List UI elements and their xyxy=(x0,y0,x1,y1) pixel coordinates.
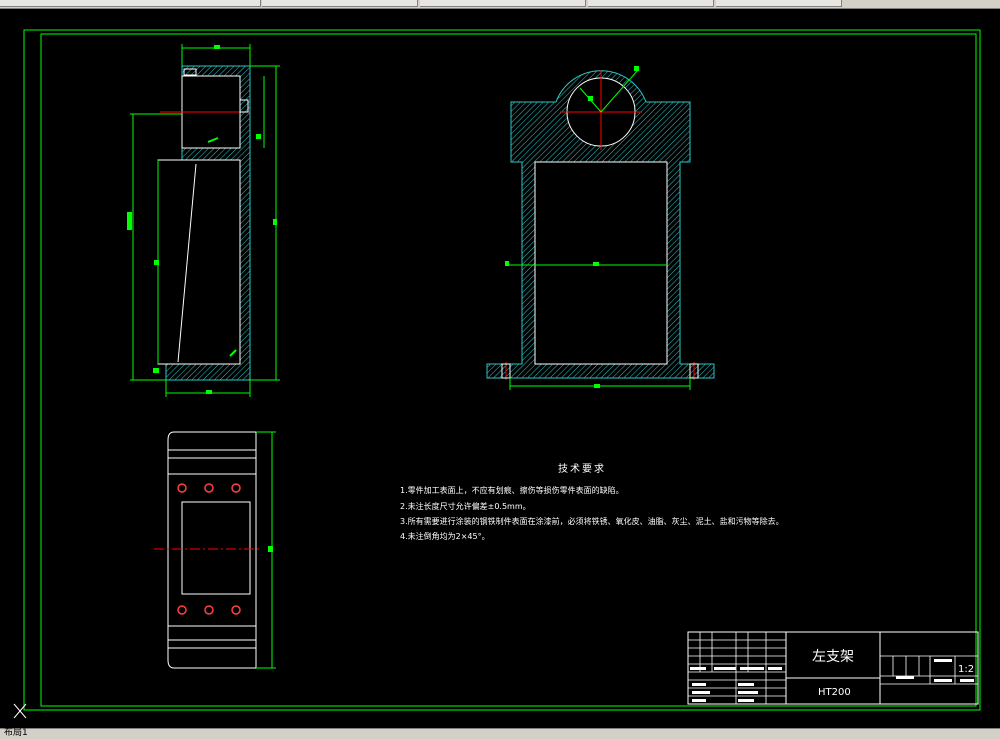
toolbar-segment[interactable] xyxy=(716,0,842,7)
toolbar-segment[interactable] xyxy=(262,0,418,7)
drawing-canvas[interactable]: 技术要求 1.零件加工表面上，不应有划痕、擦伤等损伤零件表面的缺陷。 2.未注长… xyxy=(0,8,1000,728)
front-section-view xyxy=(486,66,715,390)
title-block: 左支架 HT200 1:2 xyxy=(687,631,979,705)
tech-requirements: 技术要求 1.零件加工表面上，不应有划痕、擦伤等损伤零件表面的缺陷。 2.未注长… xyxy=(400,462,784,541)
toolbar-segment[interactable] xyxy=(420,0,586,7)
part-name: 左支架 xyxy=(812,649,854,665)
tech-title: 技术要求 xyxy=(558,462,606,475)
tech-note-4: 4.未注倒角均为2×45°。 xyxy=(400,531,490,541)
layout-tab[interactable]: 布局1 xyxy=(4,728,28,739)
ucs-icon xyxy=(13,703,27,719)
material: HT200 xyxy=(818,687,851,698)
layout-tab-bar[interactable]: 布局1 xyxy=(0,728,1000,739)
side-section-view xyxy=(127,44,280,397)
toolbar-segment[interactable] xyxy=(588,0,714,7)
scale: 1:2 xyxy=(958,664,974,675)
tech-note-2: 2.未注长度尺寸允许偏差±0.5mm。 xyxy=(400,501,531,511)
toolbar-segment[interactable] xyxy=(0,0,201,7)
top-view xyxy=(154,431,276,669)
toolbar-segment[interactable] xyxy=(200,0,261,7)
tech-note-3: 3.所有需要进行涂装的钢铁制件表面在涂漆前，必须将铁锈、氧化皮、油脂、灰尘、泥土… xyxy=(400,516,784,526)
tech-note-1: 1.零件加工表面上，不应有划痕、擦伤等损伤零件表面的缺陷。 xyxy=(400,485,624,495)
